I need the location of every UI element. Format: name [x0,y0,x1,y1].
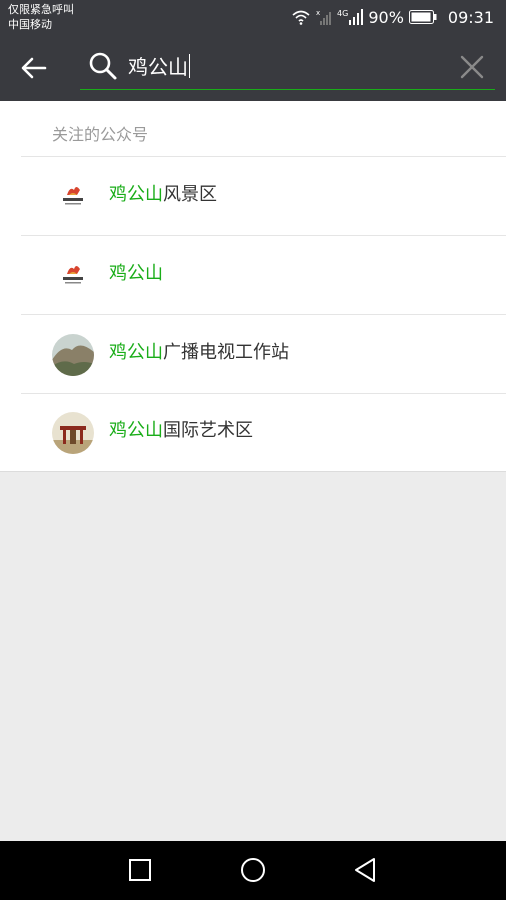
highlighted-match: 鸡公山 [109,184,163,205]
account-name: 鸡公山国际艺术区 [109,418,253,444]
back-icon [355,858,375,882]
list-item[interactable]: 鸡公山国际艺术区 [0,393,506,471]
account-name: 鸡公山广播电视工作站 [109,340,289,366]
search-header: 鸡公山 [0,34,506,101]
name-remainder: 广播电视工作站 [163,342,289,363]
search-query-value: 鸡公山 [128,55,188,79]
photo-avatar [52,412,94,454]
search-icon [89,52,117,80]
status-indicators: x 4G 90% 09:31 [291,6,494,28]
name-remainder: 风景区 [163,184,217,205]
status-clock: 09:31 [447,7,494,27]
search-results: 关注的公众号 鸡公山风景区 鸡公山 鸡公山广播电视工作站 鸡公山国际艺术区 [0,101,506,472]
wifi-icon [292,10,310,25]
home-button[interactable] [238,855,268,885]
recent-apps-icon [129,859,151,881]
carrier-text-operator: 中国移动 [8,18,52,31]
account-name: 鸡公山 [109,261,163,287]
carrier-text-emergency: 仅限紧急呼叫 [8,3,74,16]
status-bar: 仅限紧急呼叫 中国移动 x 4G 90% 09:31 [0,0,506,34]
system-back-button[interactable] [350,855,380,885]
logo-avatar [52,255,94,297]
no-sim-signal-icon: x [316,9,332,25]
list-item[interactable]: 鸡公山风景区 [0,157,506,235]
battery-percentage: 90% [368,7,404,27]
network-type-label: 4G [337,9,349,18]
search-query-text[interactable]: 鸡公山 [128,54,190,80]
highlighted-match: 鸡公山 [109,420,163,441]
close-icon [460,55,484,79]
name-remainder: 国际艺术区 [163,420,253,441]
recent-apps-button[interactable] [125,855,155,885]
home-icon [241,858,265,882]
battery-icon [408,10,437,24]
section-title: 关注的公众号 [52,125,149,144]
logo-avatar [52,176,94,218]
arrow-left-icon [21,57,47,79]
signal-icon: 4G [337,9,364,25]
highlighted-match: 鸡公山 [109,342,163,363]
text-caret [189,54,190,78]
search-input[interactable]: 鸡公山 [80,44,495,90]
clear-search-button[interactable] [459,54,485,80]
photo-avatar [52,334,94,376]
list-item[interactable]: 鸡公山 [0,236,506,314]
navigation-bar [0,841,506,900]
back-button[interactable] [14,48,54,88]
list-item[interactable]: 鸡公山广播电视工作站 [0,315,506,393]
account-name: 鸡公山风景区 [109,182,217,208]
highlighted-match: 鸡公山 [109,263,163,284]
svg-text:x: x [316,9,320,17]
